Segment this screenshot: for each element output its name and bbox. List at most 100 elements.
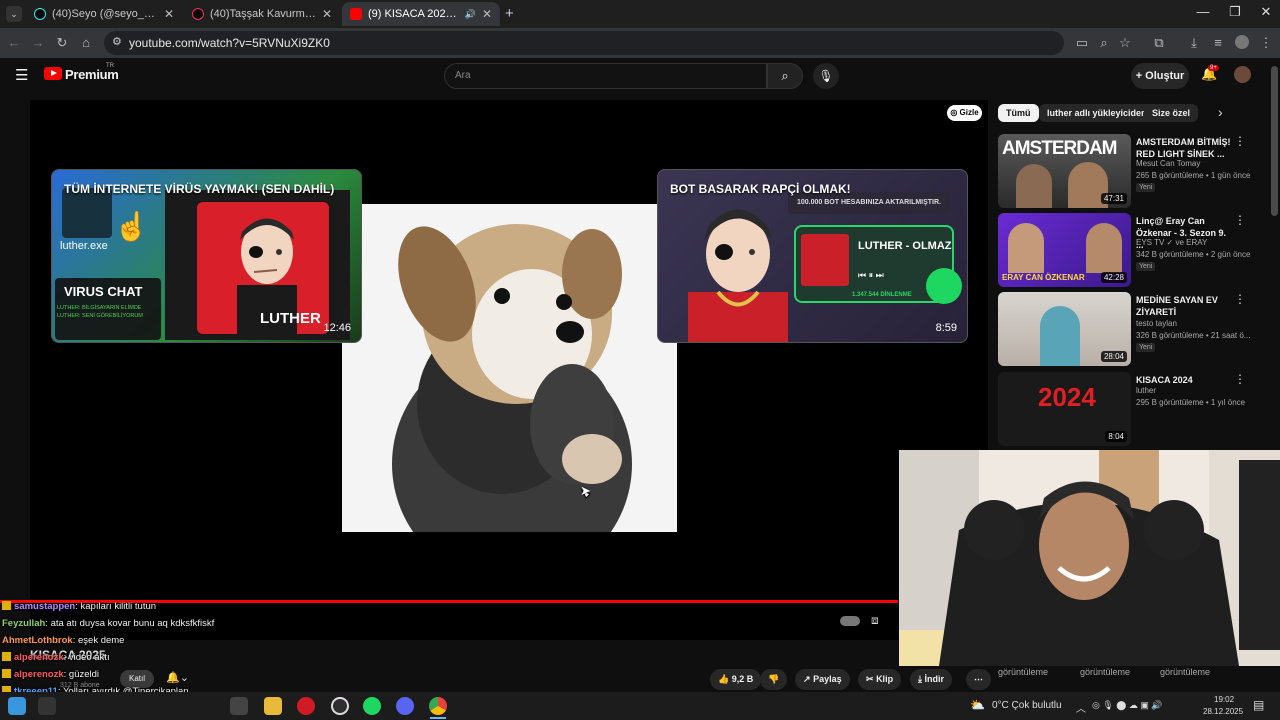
bell-subscription-icon[interactable]: 🔔⌄ xyxy=(166,671,189,684)
chat-text: : kapıları kilitli tutun xyxy=(75,601,157,612)
restore-icon[interactable]: ❐ xyxy=(1220,4,1250,20)
cursor-hand-icon: ☝ xyxy=(114,211,149,242)
chat-username: Feyzullah xyxy=(2,618,46,629)
rec-duration: 47:31 xyxy=(1100,193,1127,204)
taskbar-search-icon[interactable] xyxy=(38,697,56,715)
reload-icon[interactable]: ↻ xyxy=(54,35,70,51)
rec-channel: luther xyxy=(1136,386,1157,395)
more-options-icon[interactable]: ⋮ xyxy=(1234,134,1246,148)
create-button[interactable]: + Oluştur xyxy=(1131,63,1189,89)
subtitles-icon[interactable]: ⧈ xyxy=(871,613,879,628)
discord-icon[interactable] xyxy=(396,697,414,715)
weather-text[interactable]: 0°C Çok bulutlu xyxy=(992,700,1062,711)
end-card-bot[interactable]: 100.000 BOT HESABINIZA AKTARILMIŞTIR. LU… xyxy=(657,169,968,343)
windows-taskbar: ⛅ 0°C Çok bulutlu ︿ ◎ 🎙 ⬤ ☁ ▣ 🔊 19:02 28… xyxy=(0,692,1280,720)
close-icon[interactable]: ✕ xyxy=(482,7,492,21)
youtube-logo-icon[interactable] xyxy=(44,67,62,80)
site-info-icon[interactable]: ⚙ xyxy=(112,35,122,48)
notification-center-icon[interactable]: ▤ xyxy=(1253,698,1264,712)
end-card-virus[interactable]: LUTHER ☝ luther.exe VIRUS CHAT LUTHER: B… xyxy=(51,169,362,343)
hamburger-menu-icon[interactable]: ☰ xyxy=(15,66,28,84)
bookmark-star-icon[interactable]: ☆ xyxy=(1117,35,1133,51)
share-icon: ↗ xyxy=(803,674,811,684)
channel-avatar[interactable] xyxy=(1234,66,1251,83)
chevron-right-icon[interactable]: › xyxy=(1218,104,1223,120)
browser-toolbar: ← → ↻ ⌂ ⚙ youtube.com/watch?v=5RVNuXi9ZK… xyxy=(0,28,1280,58)
home-icon[interactable]: ⌂ xyxy=(78,35,94,50)
more-options-icon[interactable]: ⋮ xyxy=(1234,292,1246,306)
speaker-icon[interactable]: 🔊 xyxy=(465,9,476,20)
file-explorer-icon[interactable] xyxy=(264,697,282,715)
more-options-icon[interactable]: ⋮ xyxy=(1234,213,1246,227)
chip-all[interactable]: Tümü xyxy=(998,104,1039,122)
close-icon[interactable]: ✕ xyxy=(322,7,332,21)
menu-kebab-icon[interactable]: ⋮ xyxy=(1258,35,1274,51)
cast-icon[interactable]: ▭ xyxy=(1074,35,1090,51)
address-bar[interactable]: ⚙ youtube.com/watch?v=5RVNuXi9ZK0 xyxy=(104,31,1064,55)
media-control-icon[interactable]: ≡ xyxy=(1210,35,1226,50)
search-input[interactable]: Ara xyxy=(444,63,767,89)
rec-video-3[interactable]: 28:04 MEDİNE SAYAN EV ZİYARETİ testo tay… xyxy=(998,292,1268,368)
rec-video-2[interactable]: ERAY CAN ÖZKENAR 42:28 Linç@ Eray Can Öz… xyxy=(998,213,1268,289)
tab-title: (40)Seyo (@seyo_malkoc) | TikTok xyxy=(52,8,158,20)
weather-icon[interactable]: ⛅ xyxy=(970,698,985,712)
chrome-icon[interactable] xyxy=(429,697,447,715)
clip-button[interactable]: ✂ Klip xyxy=(858,669,902,690)
chip-for-you[interactable]: Size özel xyxy=(1144,104,1199,122)
zoom-icon[interactable]: ⌕ xyxy=(1096,35,1112,51)
rec-views: 326 B görüntüleme • 21 saat ö... xyxy=(1136,331,1251,340)
task-view-icon[interactable] xyxy=(230,697,248,715)
end-card-title: BOT BASARAK RAPÇİ OLMAK! xyxy=(670,182,851,196)
close-icon[interactable]: ✕ xyxy=(164,7,174,21)
forward-icon[interactable]: → xyxy=(30,35,46,50)
obs-icon[interactable] xyxy=(331,697,349,715)
rec-title: KISACA 2024 xyxy=(1136,375,1193,385)
tray-chevron-icon[interactable]: ︿ xyxy=(1076,700,1086,715)
tab-tiktok-1[interactable]: (40)Seyo (@seyo_malkoc) | TikTok ✕ xyxy=(26,2,182,26)
downloads-icon[interactable]: ⤓ xyxy=(1186,35,1202,51)
rec-thumbnail: 2024 8:04 xyxy=(998,372,1131,446)
minimize-icon[interactable]: — xyxy=(1188,4,1218,19)
close-window-icon[interactable]: ✕ xyxy=(1251,4,1280,20)
dislike-button[interactable]: 👎 xyxy=(760,669,788,690)
opera-icon[interactable] xyxy=(297,697,315,715)
spotify-taskbar-icon[interactable] xyxy=(363,697,381,715)
search-button[interactable]: ⌕ xyxy=(767,63,803,89)
tab-tiktok-2[interactable]: (40)Taşşak Kavurma Tarifi ve Sunum ✕ xyxy=(184,2,340,26)
tab-youtube[interactable]: (9) KISACA 2025 - YouTube 🔊 ✕ xyxy=(342,2,500,26)
profile-avatar[interactable] xyxy=(1235,35,1249,49)
rec-channel: testo taylan xyxy=(1136,319,1177,328)
hide-end-cards-button[interactable]: ◎ Gizle xyxy=(947,105,982,121)
back-icon[interactable]: ← xyxy=(6,35,22,50)
more-actions-button[interactable]: ⋯ xyxy=(966,669,991,690)
like-button[interactable]: 👍 9,2 B xyxy=(710,669,762,690)
region-label: TR xyxy=(106,63,114,69)
windows-start-icon[interactable] xyxy=(8,697,26,715)
more-options-icon[interactable]: ⋮ xyxy=(1234,372,1246,386)
clock-date[interactable]: 28.12.2025 xyxy=(1203,707,1243,716)
chat-username: alperenozk xyxy=(14,652,64,663)
chip-uploader[interactable]: luther adlı yükleyiciden xyxy=(1039,104,1155,122)
chat-username: samustappen xyxy=(14,601,76,612)
virus-chat-line-1: LUTHER: BİLGİSAYARIN ELİMDE xyxy=(57,305,142,311)
spotify-icon xyxy=(926,268,962,304)
new-tab-button[interactable]: + xyxy=(505,5,514,22)
tray-app-icons[interactable]: ◎ 🎙 ⬤ ☁ ▣ 🔊 xyxy=(1092,700,1163,711)
thumbs-down-icon: 👎 xyxy=(768,674,780,684)
chat-badge-icon xyxy=(2,652,11,661)
rec-video-4[interactable]: 2024 8:04 KISACA 2024 luther 295 B görün… xyxy=(998,372,1268,448)
voice-search-button[interactable]: 🎙 xyxy=(813,63,839,89)
rec-thumbnail: ERAY CAN ÖZKENAR 42:28 xyxy=(998,213,1131,287)
autoplay-toggle[interactable] xyxy=(840,616,860,626)
clock-time[interactable]: 19:02 xyxy=(1214,695,1234,704)
page-scrollbar[interactable] xyxy=(1271,66,1278,216)
share-button[interactable]: ↗ Paylaş xyxy=(795,669,850,690)
youtube-header: ☰ Premium TR Ara ⌕ 🎙 + Oluştur 🔔 9+ xyxy=(0,58,1280,94)
partial-rec-views: görüntüleme xyxy=(1160,667,1211,677)
rec-video-1[interactable]: AMSTERDAM 47:31 AMSTERDAM BİTMİŞ! RED LI… xyxy=(998,134,1268,210)
download-button[interactable]: ⤓ İndir xyxy=(910,669,952,690)
tab-title: (9) KISACA 2025 - YouTube xyxy=(368,8,461,20)
share-label: Paylaş xyxy=(813,674,842,684)
tab-search-icon[interactable]: ⌄ xyxy=(6,6,22,22)
extensions-icon[interactable]: ⧉ xyxy=(1151,35,1167,51)
